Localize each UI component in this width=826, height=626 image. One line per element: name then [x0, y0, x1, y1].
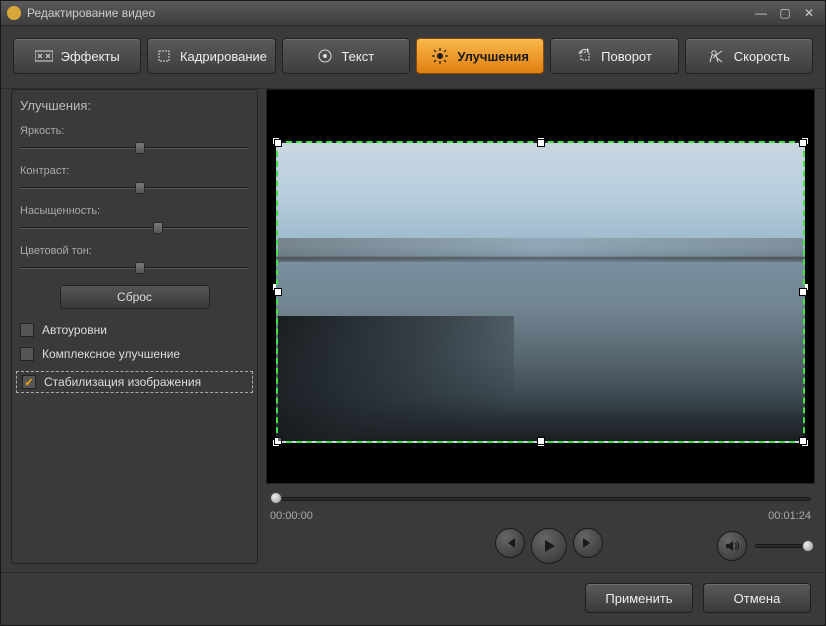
crop-handle[interactable]: [537, 437, 545, 445]
hue-group: Цветовой тон:: [20, 245, 249, 275]
crop-handle[interactable]: [537, 139, 545, 147]
current-time: 00:00:00: [270, 510, 313, 522]
stabilization-label: Стабилизация изображения: [44, 375, 201, 389]
cancel-button[interactable]: Отмена: [703, 583, 811, 613]
rotate-icon: [577, 48, 593, 64]
crop-handle[interactable]: [799, 139, 807, 147]
brightness-label: Яркость:: [20, 125, 249, 137]
crop-handle[interactable]: [274, 288, 282, 296]
volume-button[interactable]: [717, 531, 747, 561]
contrast-group: Контраст:: [20, 165, 249, 195]
tab-speed[interactable]: Скорость: [685, 38, 813, 74]
video-frame[interactable]: [276, 141, 805, 443]
minimize-button[interactable]: —: [751, 6, 771, 20]
tab-crop[interactable]: Кадрирование: [147, 38, 275, 74]
duration: 00:01:24: [768, 510, 811, 522]
saturation-label: Насыщенность:: [20, 205, 249, 217]
tab-rotate[interactable]: Поворот: [550, 38, 678, 74]
speed-icon: [708, 48, 726, 64]
reset-button[interactable]: Сброс: [60, 285, 210, 309]
tab-label: Поворот: [601, 49, 652, 64]
text-icon: [317, 48, 333, 64]
tab-label: Текст: [341, 49, 374, 64]
complex-enhance-label: Комплексное улучшение: [42, 347, 180, 361]
video-edit-window: Редактирование видео — ▢ ✕ Эффекты Кадри…: [0, 0, 826, 626]
crop-icon: [156, 48, 172, 64]
window-title: Редактирование видео: [27, 6, 155, 20]
crop-handle[interactable]: [799, 437, 807, 445]
hue-slider[interactable]: [20, 261, 249, 275]
prev-frame-button[interactable]: [495, 528, 525, 558]
tab-effects[interactable]: Эффекты: [13, 38, 141, 74]
tabbar: Эффекты Кадрирование Текст Улучшения Пов…: [1, 26, 825, 89]
timeline-slider[interactable]: [270, 492, 811, 506]
complex-enhance-checkbox[interactable]: Комплексное улучшение: [20, 347, 249, 361]
dialog-footer: Применить Отмена: [1, 572, 825, 625]
hue-label: Цветовой тон:: [20, 245, 249, 257]
tab-label: Эффекты: [61, 49, 120, 64]
brightness-group: Яркость:: [20, 125, 249, 155]
enhance-icon: [431, 48, 449, 64]
tab-enhance[interactable]: Улучшения: [416, 38, 544, 74]
apply-button[interactable]: Применить: [585, 583, 693, 613]
saturation-slider[interactable]: [20, 221, 249, 235]
maximize-button[interactable]: ▢: [775, 6, 795, 20]
auto-levels-label: Автоуровни: [42, 323, 107, 337]
app-icon: [7, 6, 21, 20]
crop-handle[interactable]: [274, 437, 282, 445]
tab-label: Кадрирование: [180, 49, 267, 64]
contrast-slider[interactable]: [20, 181, 249, 195]
close-button[interactable]: ✕: [799, 6, 819, 20]
tab-label: Скорость: [734, 49, 790, 64]
auto-levels-checkbox[interactable]: Автоуровни: [20, 323, 249, 337]
crop-handle[interactable]: [799, 288, 807, 296]
titlebar: Редактирование видео — ▢ ✕: [1, 1, 825, 26]
tab-text[interactable]: Текст: [282, 38, 410, 74]
tab-label: Улучшения: [457, 49, 529, 64]
contrast-label: Контраст:: [20, 165, 249, 177]
play-button[interactable]: [531, 528, 567, 564]
brightness-slider[interactable]: [20, 141, 249, 155]
crop-handle[interactable]: [274, 139, 282, 147]
saturation-group: Насыщенность:: [20, 205, 249, 235]
video-preview: [266, 89, 815, 484]
effects-icon: [35, 49, 53, 63]
player-controls: 00:00:00 00:01:24: [266, 484, 815, 564]
next-frame-button[interactable]: [573, 528, 603, 558]
enhance-sidebar: Улучшения: Яркость: Контраст: Насыщеннос…: [11, 89, 258, 564]
sidebar-heading: Улучшения:: [20, 98, 249, 113]
volume-slider[interactable]: [755, 544, 811, 548]
stabilization-checkbox[interactable]: Стабилизация изображения: [16, 371, 253, 393]
